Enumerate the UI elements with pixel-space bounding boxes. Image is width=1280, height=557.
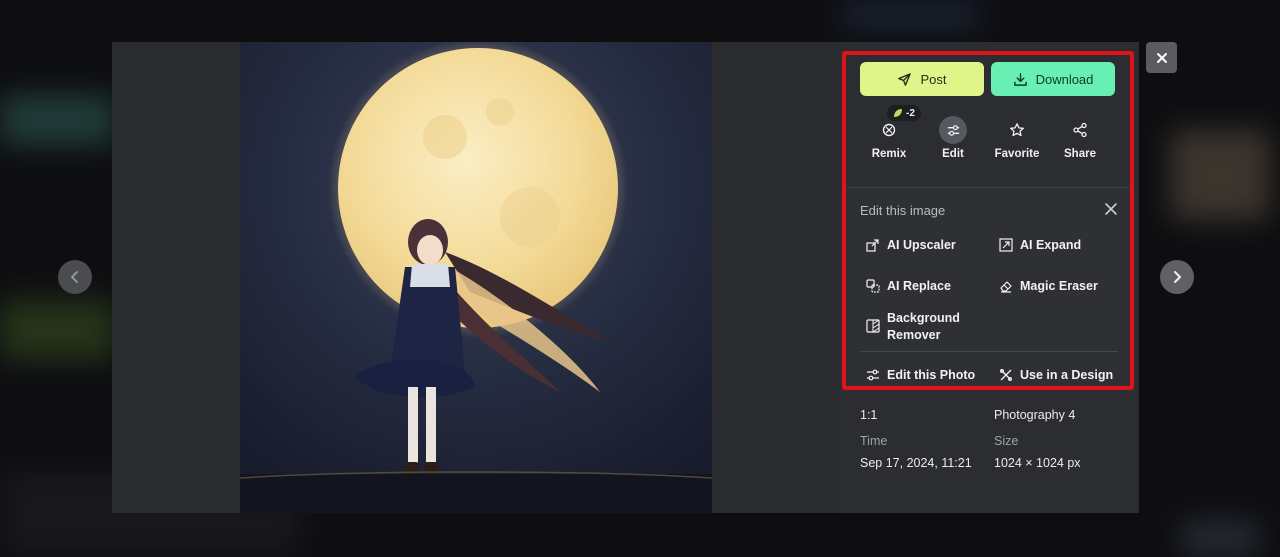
download-label: Download <box>1035 71 1094 87</box>
edit-this-photo-button[interactable]: Edit this Photo <box>866 367 975 384</box>
sliders-icon <box>867 369 879 381</box>
generated-image <box>240 42 712 513</box>
expand-icon <box>999 238 1013 252</box>
background-remover-line1: Background <box>887 311 960 325</box>
previous-image-button[interactable] <box>58 260 92 294</box>
chevron-left-icon <box>70 271 78 283</box>
post-button[interactable]: Post <box>860 62 984 96</box>
edit-panel-divider <box>860 351 1118 352</box>
time-value: Sep 17, 2024, 11:21 <box>860 456 972 470</box>
background-remover-line2: Remover <box>887 328 941 342</box>
chevron-right-icon <box>1174 271 1182 283</box>
ai-upscaler-label: AI Upscaler <box>887 238 956 252</box>
edit-label: Edit <box>942 148 964 160</box>
share-icon <box>1066 116 1094 144</box>
remix-icon <box>875 116 903 144</box>
edit-this-photo-label: Edit this Photo <box>887 368 976 382</box>
download-button[interactable]: Download <box>991 62 1115 96</box>
upscale-icon <box>866 239 879 252</box>
aspect-ratio-value: 1:1 <box>860 408 878 422</box>
design-icon <box>1000 369 1012 381</box>
ai-upscaler-button[interactable]: AI Upscaler <box>866 237 956 254</box>
eraser-icon <box>1000 281 1012 293</box>
model-value: Photography 4 <box>994 408 1076 422</box>
favorite-button[interactable]: Favorite <box>987 116 1047 170</box>
image-viewer <box>112 42 840 513</box>
close-icon <box>1156 52 1167 63</box>
star-icon <box>1003 116 1031 144</box>
magic-eraser-label: Magic Eraser <box>1020 279 1098 293</box>
sliders-icon <box>939 116 967 144</box>
close-icon <box>1105 203 1117 215</box>
ai-replace-label: AI Replace <box>887 279 951 293</box>
background-remover-label: Background Remover <box>887 310 960 344</box>
use-in-design-label: Use in a Design <box>1020 368 1114 382</box>
edit-button[interactable]: Edit <box>923 116 983 170</box>
send-icon <box>898 72 912 86</box>
magic-eraser-button[interactable]: Magic Eraser <box>999 278 1098 295</box>
share-label: Share <box>1064 148 1096 160</box>
ai-replace-button[interactable]: AI Replace <box>866 278 951 295</box>
edit-panel-close-button[interactable] <box>1102 200 1120 218</box>
time-label: Time <box>860 434 888 448</box>
background-remover-icon <box>866 319 880 333</box>
size-value: 1024 × 1024 px <box>994 456 1081 470</box>
share-button[interactable]: Share <box>1050 116 1110 170</box>
ai-expand-button[interactable]: AI Expand <box>999 237 1081 254</box>
post-label: Post <box>920 71 947 87</box>
close-modal-button[interactable] <box>1146 42 1177 73</box>
remix-label: Remix <box>871 148 907 160</box>
size-label: Size <box>994 434 1019 448</box>
next-image-button[interactable] <box>1160 260 1194 294</box>
background-remover-button[interactable]: Background Remover <box>866 310 960 344</box>
edit-panel-title: Edit this image <box>860 203 946 218</box>
download-icon <box>1013 72 1027 86</box>
remix-button[interactable]: Remix <box>859 116 919 170</box>
replace-icon <box>866 279 880 293</box>
favorite-label: Favorite <box>994 148 1040 160</box>
ai-expand-label: AI Expand <box>1020 238 1082 252</box>
use-in-design-button[interactable]: Use in a Design <box>999 367 1113 384</box>
